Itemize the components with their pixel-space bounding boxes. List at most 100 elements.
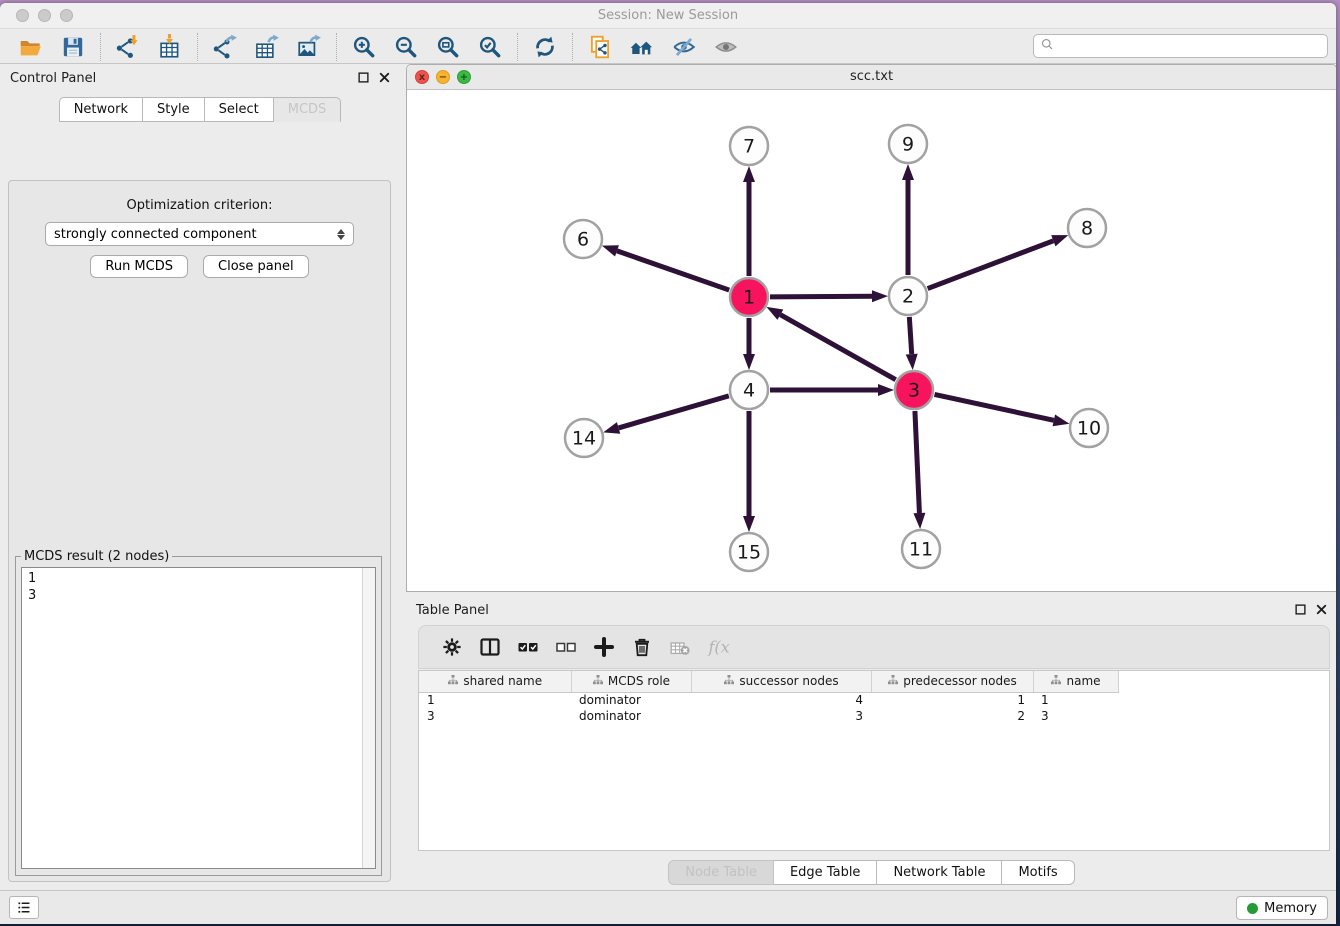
refresh-icon[interactable] (531, 33, 559, 61)
column-header-shared-name[interactable]: shared name (419, 671, 571, 692)
graph-edge-4-14[interactable] (619, 396, 729, 428)
tree-icon (447, 674, 459, 689)
trash-icon[interactable] (629, 634, 655, 660)
mcds-tab-content: Optimization criterion: strongly connect… (8, 180, 391, 882)
unselect-all-columns-icon[interactable] (553, 634, 579, 660)
table-cell: 1 (871, 692, 1033, 708)
delete-table-icon (667, 634, 693, 660)
network-canvas[interactable]: 1 2 3 4 6 7 8 9 10 11 14 15 (407, 90, 1336, 591)
graph-node-9[interactable]: 9 (889, 125, 927, 163)
zoom-in-icon[interactable] (350, 33, 378, 61)
tree-icon (887, 674, 899, 689)
graph-edge-3-10[interactable] (935, 394, 1054, 420)
run-mcds-button[interactable]: Run MCDS (90, 255, 188, 278)
float-table-panel-icon[interactable] (1293, 602, 1308, 617)
graph-edge-1-2[interactable] (770, 296, 872, 297)
select-all-columns-icon[interactable] (515, 634, 541, 660)
graph-node-10[interactable]: 10 (1070, 409, 1108, 447)
columns-icon[interactable] (477, 634, 503, 660)
column-header-name[interactable]: name (1033, 671, 1118, 692)
tab-network-table[interactable]: Network Table (877, 860, 1002, 885)
save-icon[interactable] (59, 33, 87, 61)
tab-network[interactable]: Network (59, 97, 143, 122)
svg-text:11: 11 (909, 539, 933, 561)
search-icon (1040, 37, 1055, 56)
mcds-result-line: 1 (28, 570, 369, 587)
zoom-out-icon[interactable] (392, 33, 420, 61)
zoom-selected-icon[interactable] (476, 33, 504, 61)
tab-mcds[interactable]: MCDS (274, 97, 342, 122)
graph-node-3[interactable]: 3 (895, 371, 933, 409)
settings-gear-icon[interactable] (439, 634, 465, 660)
network-title: scc.txt (407, 69, 1336, 84)
graph-node-11[interactable]: 11 (902, 530, 940, 568)
task-history-button[interactable] (9, 896, 39, 919)
column-header-successor-nodes[interactable]: successor nodes (691, 671, 871, 692)
svg-text:8: 8 (1081, 218, 1093, 240)
export-network-icon[interactable] (211, 33, 239, 61)
tab-style[interactable]: Style (143, 97, 205, 122)
first-neighbors-icon[interactable] (628, 33, 656, 61)
show-all-icon[interactable] (712, 33, 740, 61)
export-table-icon[interactable] (253, 33, 281, 61)
tab-select[interactable]: Select (205, 97, 274, 122)
svg-text:6: 6 (577, 229, 589, 251)
table-panel: Table Panel f(x) shared nameMCDS rolesuc… (406, 596, 1336, 893)
graph-edge-3-11[interactable] (915, 411, 919, 513)
optimization-criterion-label: Optimization criterion: (9, 198, 390, 213)
table-cell: dominator (571, 692, 691, 708)
result-scrollbar[interactable] (362, 568, 375, 868)
svg-text:1: 1 (743, 287, 755, 309)
svg-text:10: 10 (1077, 418, 1101, 440)
close-table-panel-icon[interactable] (1314, 602, 1329, 617)
zoom-fit-icon[interactable] (434, 33, 462, 61)
float-panel-icon[interactable] (356, 70, 371, 85)
svg-text:7: 7 (743, 136, 755, 158)
import-table-icon[interactable] (156, 33, 184, 61)
main-toolbar (0, 30, 1336, 64)
svg-text:14: 14 (572, 428, 596, 450)
dropdown-stepper-icon (337, 229, 345, 240)
close-panel-icon[interactable] (377, 70, 392, 85)
graph-node-15[interactable]: 15 (730, 533, 768, 571)
graph-node-4[interactable]: 4 (730, 371, 768, 409)
graph-node-1[interactable]: 1 (730, 278, 768, 316)
mcds-result-line: 3 (28, 587, 369, 604)
criterion-dropdown[interactable]: strongly connected component (45, 222, 354, 246)
hide-selected-icon[interactable] (670, 33, 698, 61)
graph-edge-2-8[interactable] (928, 241, 1054, 289)
graph-edge-1-6[interactable] (617, 251, 729, 290)
status-bar: Memory (0, 890, 1336, 924)
open-icon[interactable] (17, 33, 45, 61)
column-header-MCDS-role[interactable]: MCDS role (571, 671, 691, 692)
network-view-window: x − + scc.txt 1234678910111415 (406, 64, 1336, 592)
table-row[interactable]: 3dominator323 (419, 708, 1118, 724)
table-cell: 4 (691, 692, 871, 708)
graph-node-14[interactable]: 14 (565, 419, 603, 457)
graph-edge-2-3[interactable] (909, 317, 911, 354)
duplicate-network-icon[interactable] (586, 33, 614, 61)
import-network-icon[interactable] (114, 33, 142, 61)
table-cell: 1 (1033, 692, 1118, 708)
tree-icon (723, 674, 735, 689)
add-icon[interactable] (591, 634, 617, 660)
toolbar-separator (517, 33, 518, 61)
memory-button[interactable]: Memory (1236, 896, 1328, 920)
tab-node-table[interactable]: Node Table (668, 860, 774, 885)
svg-text:9: 9 (902, 134, 914, 156)
window-titlebar: Session: New Session (0, 3, 1336, 29)
graph-node-8[interactable]: 8 (1068, 209, 1106, 247)
close-panel-button[interactable]: Close panel (203, 255, 309, 278)
column-header-predecessor-nodes[interactable]: predecessor nodes (871, 671, 1033, 692)
graph-node-6[interactable]: 6 (564, 220, 602, 258)
tab-motifs[interactable]: Motifs (1002, 860, 1074, 885)
tab-edge-table[interactable]: Edge Table (774, 860, 877, 885)
graph-node-7[interactable]: 7 (730, 127, 768, 165)
graph-node-2[interactable]: 2 (889, 277, 927, 315)
network-graph: 1 2 3 4 6 7 8 9 10 11 14 15 (407, 90, 1336, 591)
table-row[interactable]: 1dominator411 (419, 692, 1118, 708)
graph-edge-3-1[interactable] (780, 315, 895, 380)
search-input[interactable] (1060, 36, 1321, 56)
table-cell: 3 (419, 708, 571, 724)
export-image-icon[interactable] (295, 33, 323, 61)
